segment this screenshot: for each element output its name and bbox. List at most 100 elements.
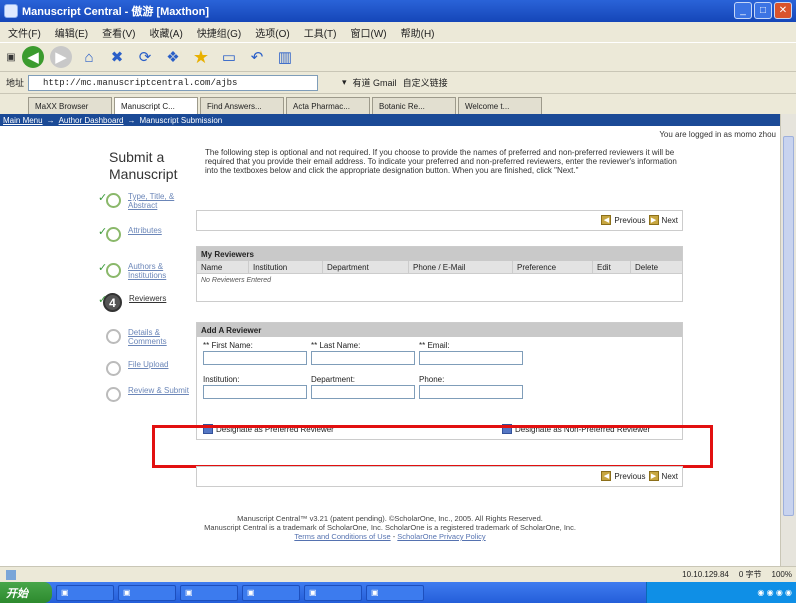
- bottom-nav-box: ◀ Previous ▶ Next: [196, 466, 683, 487]
- breadcrumb-author-dashboard[interactable]: Author Dashboard: [59, 116, 124, 125]
- window-titlebar: Manuscript Central - 傲游 [Maxthon] _ □ ✕: [0, 0, 796, 22]
- stop-icon[interactable]: ✖: [106, 46, 128, 68]
- next-arrow-icon[interactable]: ▶: [648, 215, 659, 225]
- intro-text: The following step is optional and not r…: [205, 148, 677, 175]
- step-label[interactable]: Type, Title, & Abstract: [128, 192, 195, 210]
- department-input[interactable]: [311, 385, 415, 399]
- step-attributes[interactable]: ✓ Attributes: [98, 225, 195, 255]
- window-icon[interactable]: ▭: [218, 46, 240, 68]
- breadcrumb-separator: →: [46, 115, 55, 125]
- step-label[interactable]: Details & Comments: [128, 328, 195, 346]
- menu-tools[interactable]: 工具(T): [304, 25, 337, 40]
- tab-maxx[interactable]: MaXX Browser: [28, 97, 112, 114]
- check-icon: ✓: [98, 192, 108, 204]
- menu-groups[interactable]: 快捷组(G): [197, 25, 241, 40]
- previous-arrow-icon[interactable]: ◀: [601, 215, 612, 225]
- step-reviewers[interactable]: ✓ 4 Reviewers: [98, 293, 195, 323]
- column-header: Delete: [635, 262, 659, 272]
- forward-icon[interactable]: ▶: [50, 46, 72, 68]
- step-label[interactable]: Authors & Institutions: [128, 262, 195, 280]
- minimize-button[interactable]: _: [734, 2, 752, 19]
- previous-arrow-icon[interactable]: ◀: [601, 471, 612, 481]
- tab-manuscript-central[interactable]: Manuscript C...: [114, 97, 198, 114]
- terms-link[interactable]: Terms and Conditions of Use: [294, 532, 390, 541]
- tab-acta-pharmac[interactable]: Acta Pharmac...: [286, 97, 370, 114]
- privacy-link[interactable]: ScholarOne Privacy Policy: [397, 532, 485, 541]
- transfer-text: 0 字节: [738, 570, 762, 579]
- institution-input[interactable]: [203, 385, 307, 399]
- step-details[interactable]: Details & Comments: [100, 327, 195, 357]
- section-title: Add A Reviewer: [197, 323, 682, 337]
- tab-botanic[interactable]: Botanic Re...: [372, 97, 456, 114]
- start-button[interactable]: 开始: [0, 582, 52, 603]
- email-label: ** Email:: [419, 341, 450, 350]
- taskbar-item[interactable]: ▣: [56, 584, 114, 601]
- menu-window[interactable]: 窗口(W): [351, 25, 387, 40]
- menu-options[interactable]: 选项(O): [255, 25, 289, 40]
- menu-view[interactable]: 查看(V): [102, 25, 135, 40]
- tab-find-answers[interactable]: Find Answers...: [200, 97, 284, 114]
- custom-links-label[interactable]: 自定义链接: [403, 76, 448, 89]
- step-type-title[interactable]: ✓ Type, Title, & Abstract: [98, 191, 195, 221]
- search-icon[interactable]: ▾: [342, 77, 347, 88]
- menu-edit[interactable]: 编辑(E): [55, 25, 88, 40]
- taskbar-item[interactable]: ▣: [118, 584, 176, 601]
- scrollbar-thumb[interactable]: [783, 136, 794, 516]
- footer: Manuscript Central™ v3.21 (patent pendin…: [0, 514, 780, 541]
- taskbar-item[interactable]: ▣: [242, 584, 300, 601]
- taskbar-item[interactable]: ▣: [304, 584, 362, 601]
- maximize-button[interactable]: □: [754, 2, 772, 19]
- institution-label: Institution:: [203, 375, 240, 384]
- first-name-input[interactable]: [203, 351, 307, 365]
- last-name-input[interactable]: [311, 351, 415, 365]
- close-button[interactable]: ✕: [774, 2, 792, 19]
- menu-favorites[interactable]: 收藏(A): [149, 25, 182, 40]
- step-label[interactable]: Attributes: [128, 226, 162, 235]
- step-label[interactable]: Reviewers: [129, 294, 166, 303]
- toolbar: ▣ ◀ ▶ ⌂ ✖ ⟳ ❖ ★ ▭ ↶ ▥: [0, 42, 796, 72]
- page-title: Submit a Manuscript: [109, 149, 178, 182]
- tab-bar: MaXX Browser Manuscript C... Find Answer…: [0, 94, 796, 114]
- column-header: Preference: [513, 260, 593, 274]
- step-review-submit[interactable]: Review & Submit: [100, 385, 195, 415]
- step-authors[interactable]: ✓ Authors & Institutions: [98, 261, 195, 291]
- menu-file[interactable]: 文件(F): [8, 25, 41, 40]
- email-input[interactable]: [419, 351, 523, 365]
- back-icon[interactable]: ◀: [22, 46, 44, 68]
- step-label[interactable]: File Upload: [128, 360, 168, 369]
- zoom-text[interactable]: 100%: [772, 570, 792, 579]
- previous-button[interactable]: Previous: [614, 216, 645, 225]
- next-arrow-icon[interactable]: ▶: [648, 471, 659, 481]
- favorites-icon[interactable]: ❖: [162, 46, 184, 68]
- toolbar-menu-icon[interactable]: ▣: [6, 46, 16, 68]
- refresh-icon[interactable]: ⟳: [134, 46, 156, 68]
- column-header: Department: [323, 260, 409, 274]
- step-circle-icon: [106, 193, 121, 208]
- tab-welcome[interactable]: Welcome t...: [458, 97, 542, 114]
- system-tray: ◉ ◉ ◉ ◉: [646, 582, 796, 603]
- taskbar-item[interactable]: ▣: [180, 584, 238, 601]
- step-label[interactable]: Review & Submit: [128, 386, 189, 395]
- taskbar-item[interactable]: ▣: [366, 584, 424, 601]
- breadcrumb-main-menu[interactable]: Main Menu: [3, 116, 43, 125]
- tools-icon[interactable]: ▥: [274, 46, 296, 68]
- next-button[interactable]: Next: [662, 216, 678, 225]
- vertical-scrollbar[interactable]: [780, 114, 796, 566]
- phone-input[interactable]: [419, 385, 523, 399]
- undo-icon[interactable]: ↶: [246, 46, 268, 68]
- check-icon: ✓: [98, 226, 108, 238]
- menu-bar: 文件(F) 编辑(E) 查看(V) 收藏(A) 快捷组(G) 选项(O) 工具(…: [0, 22, 796, 42]
- next-button[interactable]: Next: [662, 472, 678, 481]
- previous-button[interactable]: Previous: [614, 472, 645, 481]
- search-engine-label[interactable]: 有道 Gmail: [353, 76, 397, 89]
- page-status-icon: [6, 569, 16, 580]
- column-header: Name: [197, 260, 249, 274]
- star-icon[interactable]: ★: [190, 46, 212, 68]
- step-circle-icon: [106, 263, 121, 278]
- home-icon[interactable]: ⌂: [78, 46, 100, 68]
- browser-icon: [4, 4, 18, 18]
- check-icon: ✓: [98, 294, 108, 306]
- address-input[interactable]: http://mc.manuscriptcentral.com/ajbs: [28, 74, 319, 91]
- menu-help[interactable]: 帮助(H): [401, 25, 435, 40]
- tray-icons[interactable]: ◉ ◉ ◉ ◉: [757, 588, 792, 597]
